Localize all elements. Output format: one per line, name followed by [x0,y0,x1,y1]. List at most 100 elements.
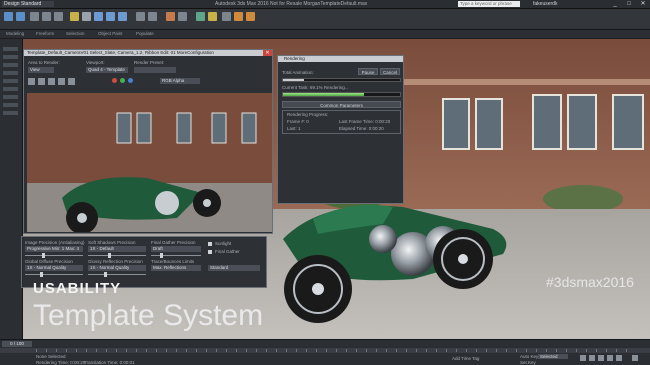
close-button[interactable]: ✕ [636,0,650,8]
frame-indicator[interactable]: 0 / 100 [2,341,32,347]
hashtag-label: #3dsmax2016 [546,274,634,290]
copy-icon[interactable] [38,78,45,85]
align-icon[interactable] [178,12,187,21]
sunlight-checkbox[interactable] [208,242,212,246]
render-frame-icon[interactable] [234,12,243,21]
maximize-button[interactable]: □ [622,0,636,8]
go-to-end-icon[interactable] [616,355,622,361]
soft-shadows-knob[interactable] [108,253,111,258]
rendering-dialog[interactable]: Rendering Total Animation: Pause Cancel … [277,55,404,204]
common-parameters-rollout[interactable]: Common Parameters [282,101,401,108]
zoom-extents-icon[interactable] [632,355,638,361]
save-icon[interactable] [28,78,35,85]
panel-row[interactable] [3,103,18,107]
global-diffuse-slider[interactable] [25,274,83,275]
final-gather-slider[interactable] [151,255,201,256]
glossy-reflection-knob[interactable] [104,272,107,277]
glossy-reflection-select[interactable]: 1X - Normal Quality [88,265,146,271]
final-gather-select[interactable]: Draft [151,246,201,252]
timeline-tick [586,349,587,352]
rendered-frame-window[interactable]: Template_Default_CameraV01 Select_Slate,… [23,49,273,234]
undo-icon[interactable] [4,12,13,21]
status-bar: None Selected Rendering Time: 0:00:20 Tr… [0,353,650,365]
auto-key-button[interactable]: Auto Key [520,354,538,359]
frame-number: Frame #: 0 [287,119,309,124]
angle-snap-icon[interactable] [148,12,157,21]
next-frame-icon[interactable] [607,355,613,361]
panel-row[interactable] [3,63,18,67]
panel-row[interactable] [3,47,18,51]
image-precision-label: Image Precision (Antialiasing) [25,240,85,245]
window-title: Template_Default_CameraV01 Select_Slate,… [24,50,272,56]
image-precision-slider[interactable] [25,255,83,256]
go-to-start-icon[interactable] [580,355,586,361]
material-editor-icon[interactable] [208,12,217,21]
key-filter-select[interactable]: Selected [538,354,568,359]
move-icon[interactable] [94,12,103,21]
bind-icon[interactable] [54,12,63,21]
help-search-input[interactable]: Type a keyword or phrase [458,1,520,7]
timeline-tick [316,349,317,352]
image-precision-knob[interactable] [42,253,45,258]
renderer-dropdown[interactable]: Standard [208,265,260,271]
render-setup-icon[interactable] [222,12,231,21]
translation-time: Translation Time: 0:00:01 [84,360,135,365]
curve-editor-icon[interactable] [196,12,205,21]
render-preset-select[interactable] [134,67,176,73]
cancel-button[interactable]: Cancel [380,68,400,75]
glossy-reflection-label: Glossy Reflection Precision [88,259,143,264]
panel-row[interactable] [3,95,18,99]
tab-selection[interactable]: Selection [66,31,85,36]
clear-icon[interactable] [68,78,75,85]
pause-button[interactable]: Pause [358,68,378,75]
red-channel-icon[interactable] [112,78,117,83]
timeline-tick [616,349,617,352]
redo-icon[interactable] [16,12,25,21]
blue-channel-icon[interactable] [128,78,133,83]
panel-row[interactable] [3,71,18,75]
add-time-tag-button[interactable]: Add Time Tag [452,356,479,361]
global-diffuse-knob[interactable] [40,272,43,277]
tab-populate[interactable]: Populate [136,31,154,36]
panel-row[interactable] [3,111,18,115]
render-icon[interactable] [246,12,255,21]
window-close-button[interactable]: ✕ [263,50,272,56]
max-reflections-field[interactable]: Max. Reflections [151,265,201,271]
viewport-select[interactable]: Quad 4 - Template [86,67,128,73]
global-diffuse-select[interactable]: 1X - Normal Quality [25,265,83,271]
soft-shadows-select[interactable]: 1X - Default [88,246,146,252]
timeline-tick [196,349,197,352]
final-gather-checkbox[interactable] [208,250,212,254]
channel-select[interactable]: RGB Alpha [160,78,200,84]
tab-freeform[interactable]: Freeform [36,31,54,36]
final-gather-knob[interactable] [160,253,163,258]
mirror-icon[interactable] [166,12,175,21]
area-to-render-select[interactable]: View [28,67,54,73]
panel-row[interactable] [3,55,18,59]
panel-row[interactable] [3,79,18,83]
minimize-button[interactable]: _ [608,0,622,8]
workspace-selector[interactable]: Design Standard [2,1,54,7]
rotate-icon[interactable] [106,12,115,21]
timeline-tick [56,349,57,352]
select-icon[interactable] [70,12,79,21]
snap-icon[interactable] [136,12,145,21]
timeline-tick [476,349,477,352]
print-icon[interactable] [58,78,65,85]
tab-object-paint[interactable]: Object Paint [98,31,123,36]
glossy-reflection-slider[interactable] [88,274,146,275]
scale-icon[interactable] [118,12,127,21]
select-by-name-icon[interactable] [82,12,91,21]
user-sign-in[interactable]: fakeuserdk [533,1,557,7]
image-precision-select[interactable]: Progressive Min: 1 Max: 4 [25,246,83,252]
previous-frame-icon[interactable] [589,355,595,361]
set-key-button[interactable]: Set Key [520,360,536,365]
link-icon[interactable] [30,12,39,21]
unlink-icon[interactable] [42,12,51,21]
green-channel-icon[interactable] [120,78,125,83]
play-icon[interactable] [598,355,604,361]
panel-row[interactable] [3,87,18,91]
clone-icon[interactable] [48,78,55,85]
tab-modeling[interactable]: Modeling [6,31,24,36]
soft-shadows-slider[interactable] [88,255,146,256]
